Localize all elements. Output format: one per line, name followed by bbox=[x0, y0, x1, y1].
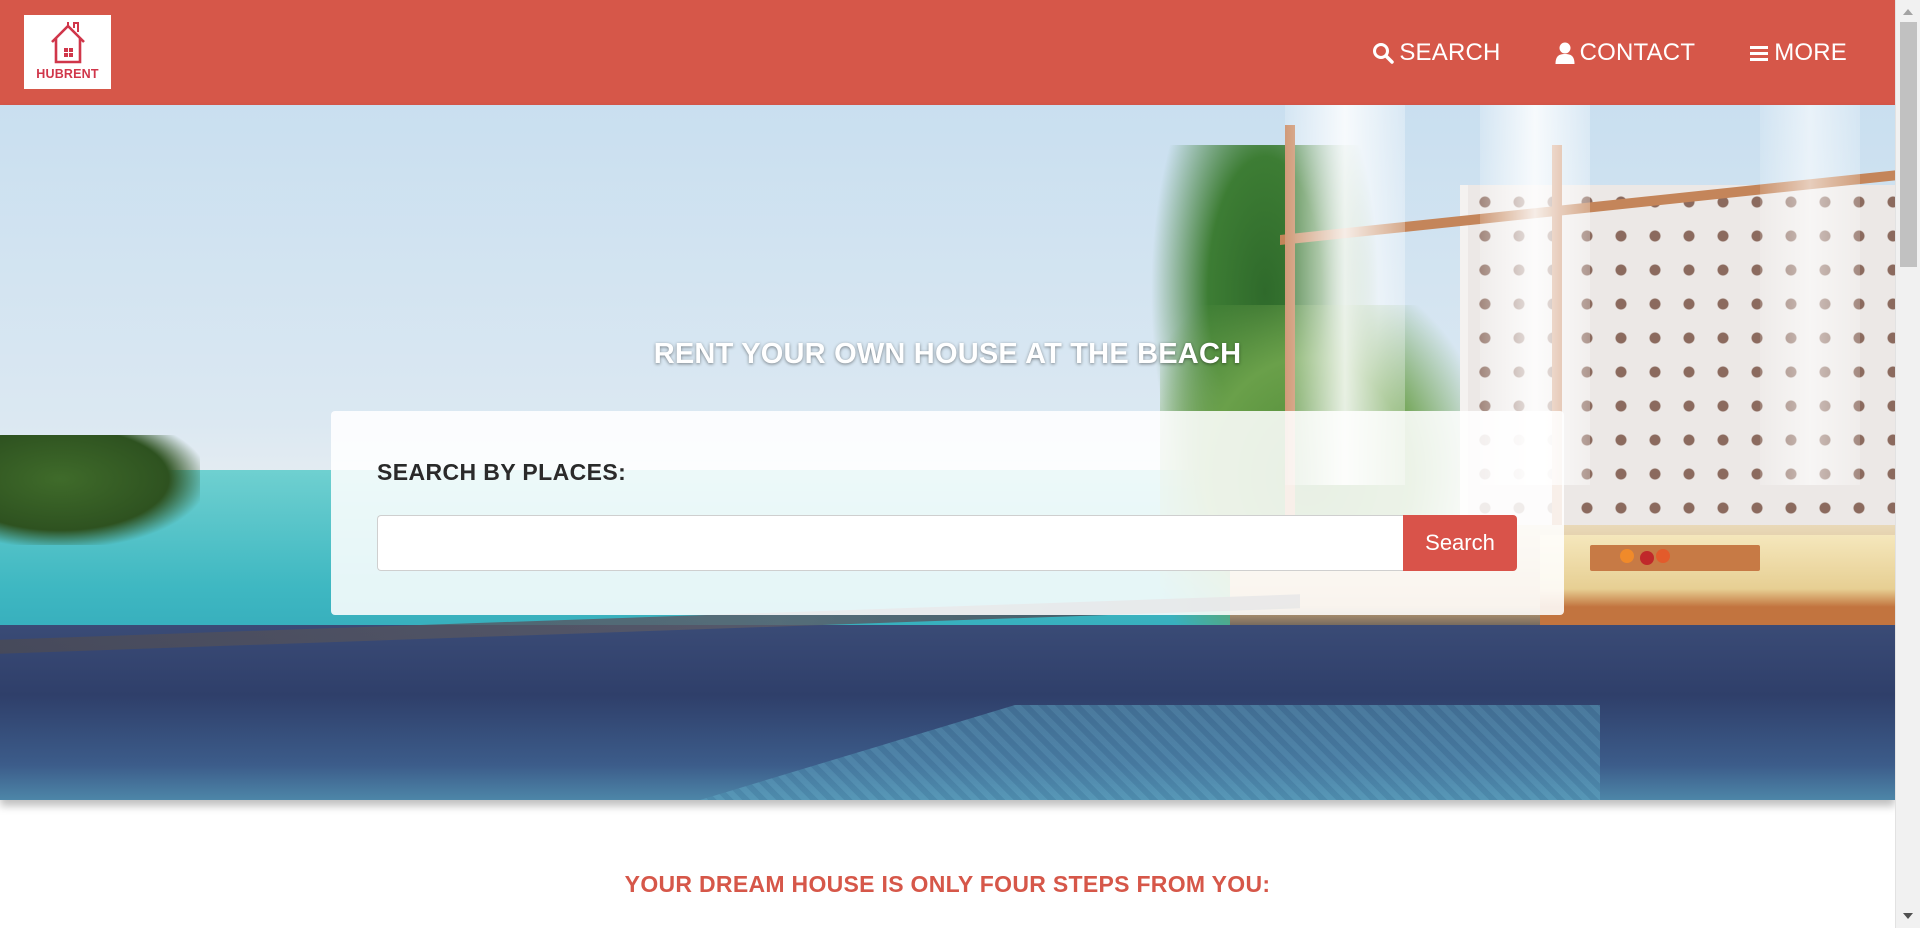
places-search-input[interactable] bbox=[377, 515, 1403, 571]
hero-banner: RENT YOUR OWN HOUSE AT THE BEACH SEARCH … bbox=[0, 105, 1895, 800]
scroll-up-arrow-icon[interactable] bbox=[1903, 9, 1913, 15]
logo-text: HUBRENT bbox=[36, 67, 99, 81]
steps-section-title: YOUR DREAM HOUSE IS ONLY FOUR STEPS FROM… bbox=[624, 871, 1271, 897]
scrollbar-thumb[interactable] bbox=[1900, 22, 1917, 267]
scroll-down-arrow-icon[interactable] bbox=[1903, 913, 1913, 919]
menu-icon bbox=[1750, 45, 1769, 61]
main-nav: SEARCH CONTACT MORE bbox=[1318, 0, 1847, 105]
nav-more-label: MORE bbox=[1774, 38, 1847, 66]
vertical-scrollbar[interactable] bbox=[1895, 0, 1920, 928]
search-panel: SEARCH BY PLACES: Search bbox=[331, 411, 1564, 615]
page: HUBRENT SEARCH CONTACT MORE RENT YOUR OW… bbox=[0, 0, 1895, 928]
hubrent-logo[interactable]: HUBRENT bbox=[24, 15, 111, 89]
nav-search[interactable]: SEARCH bbox=[1372, 39, 1500, 67]
house-logo-icon bbox=[50, 22, 85, 64]
nav-contact[interactable]: CONTACT bbox=[1555, 39, 1696, 67]
search-by-places-label: SEARCH BY PLACES: bbox=[377, 459, 627, 485]
nav-search-label: SEARCH bbox=[1399, 38, 1501, 66]
search-button[interactable]: Search bbox=[1403, 515, 1517, 571]
nav-more[interactable]: MORE bbox=[1749, 39, 1847, 67]
user-icon bbox=[1555, 42, 1575, 64]
nav-contact-label: CONTACT bbox=[1579, 38, 1696, 66]
search-icon bbox=[1373, 42, 1395, 64]
top-navbar: HUBRENT SEARCH CONTACT MORE bbox=[0, 0, 1895, 105]
hero-title: RENT YOUR OWN HOUSE AT THE BEACH bbox=[653, 338, 1242, 370]
